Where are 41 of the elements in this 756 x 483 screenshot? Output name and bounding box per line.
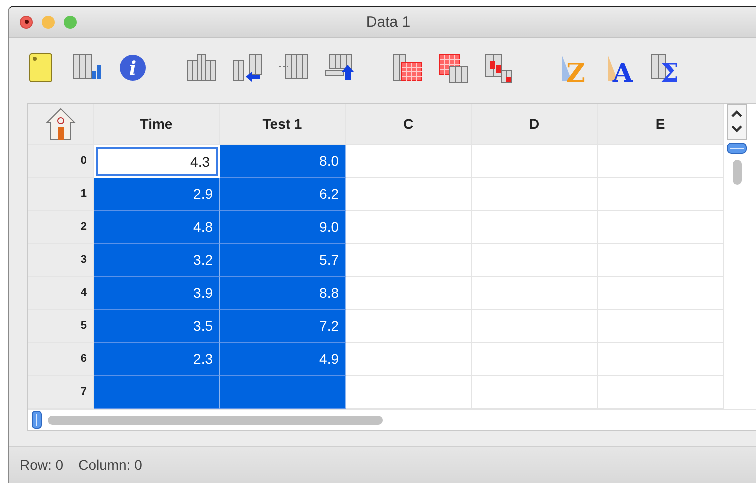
zoom-button[interactable] [64, 16, 77, 28]
table-cell[interactable]: 4.3 [96, 147, 218, 176]
window-title: Data 1 [366, 14, 411, 31]
close-button[interactable] [20, 16, 33, 28]
table-cell[interactable]: 6.2 [220, 178, 346, 211]
row-number[interactable]: 3 [28, 244, 94, 277]
table-cell[interactable]: 7.2 [220, 310, 346, 343]
table-cell[interactable]: 3.5 [94, 310, 220, 343]
minimize-button[interactable] [42, 16, 55, 28]
row-number[interactable]: 2 [28, 211, 94, 244]
scroll-thumb[interactable] [732, 160, 742, 185]
row-status: Row: 0 [20, 457, 64, 473]
row-number[interactable]: 5 [28, 310, 94, 343]
table-cell[interactable]: 3.2 [94, 244, 220, 277]
table-cell[interactable] [220, 376, 346, 409]
scroll-arrows-icon[interactable] [727, 104, 747, 140]
row-number[interactable]: 0 [28, 145, 94, 178]
column-header[interactable]: Test 1 [220, 104, 346, 145]
table-cell[interactable]: 2.3 [94, 343, 220, 376]
table-cell[interactable]: 2.9 [94, 178, 220, 211]
table-cell[interactable]: 9.0 [220, 211, 346, 244]
column-status: Column: 0 [78, 457, 142, 473]
row-number[interactable]: 1 [28, 178, 94, 211]
table-cell[interactable]: 8.0 [220, 145, 346, 178]
table-cell[interactable]: 3.9 [94, 277, 220, 310]
column-header[interactable]: E [598, 104, 724, 145]
table-cell[interactable] [94, 376, 220, 409]
scroll-end-icon[interactable] [32, 411, 42, 429]
row-number[interactable]: 7 [28, 376, 94, 409]
table-cell[interactable]: 4.9 [220, 343, 346, 376]
column-header[interactable]: Time [94, 104, 220, 145]
horizontal-scrollbar[interactable] [48, 416, 383, 424]
table-cell[interactable]: 4.8 [94, 211, 220, 244]
row-number[interactable]: 4 [28, 277, 94, 310]
table-cell[interactable]: 5.7 [220, 244, 346, 277]
home-icon[interactable] [46, 107, 76, 141]
scroll-end-icon[interactable] [727, 143, 747, 154]
table-cell[interactable]: 8.8 [220, 277, 346, 310]
row-number[interactable]: 6 [28, 343, 94, 376]
column-header[interactable]: C [346, 104, 472, 145]
column-header[interactable]: D [472, 104, 598, 145]
